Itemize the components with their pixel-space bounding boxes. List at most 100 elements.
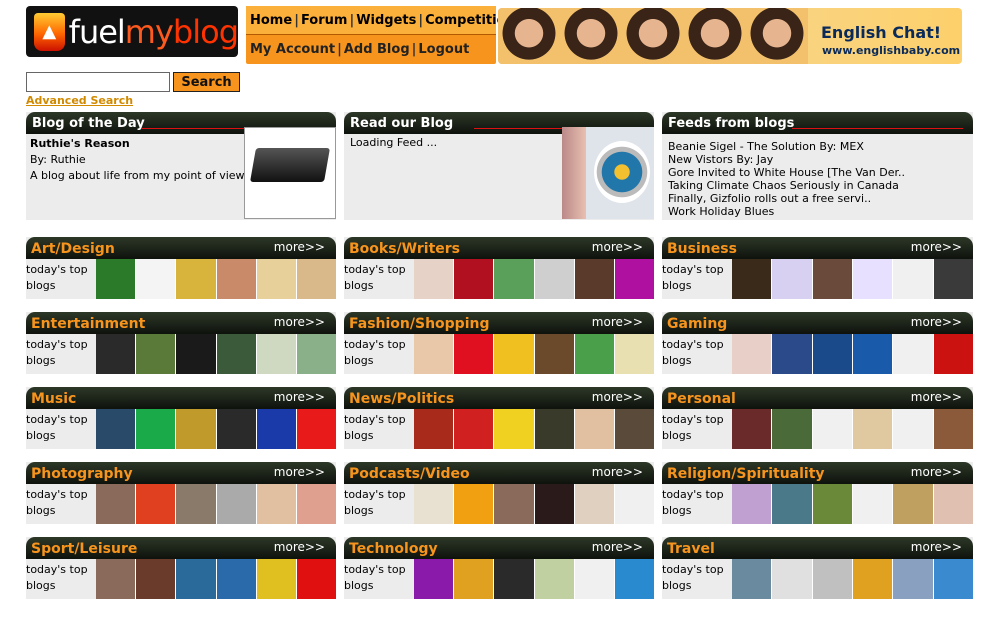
top-blog-thumbnail[interactable] (574, 259, 614, 299)
top-blog-thumbnail[interactable] (772, 484, 812, 524)
top-blog-thumbnail[interactable] (893, 409, 933, 449)
category-more-link[interactable]: more>> (911, 540, 962, 554)
top-blog-thumbnail[interactable] (893, 559, 933, 599)
top-blog-thumbnail[interactable] (96, 409, 136, 449)
category-title-music[interactable]: Music (31, 391, 76, 407)
category-more-link[interactable]: more>> (274, 540, 325, 554)
feed-item[interactable]: Gore Invited to White House [The Van Der… (668, 166, 967, 179)
category-title-fashion-shopping[interactable]: Fashion/Shopping (349, 316, 490, 332)
top-blog-thumbnail[interactable] (414, 409, 454, 449)
top-blog-thumbnail[interactable] (494, 559, 534, 599)
top-blog-thumbnail[interactable] (614, 559, 655, 599)
category-more-link[interactable]: more>> (911, 315, 962, 329)
top-blog-thumbnail[interactable] (614, 409, 655, 449)
top-blog-thumbnail[interactable] (534, 334, 574, 374)
top-blog-thumbnail[interactable] (812, 334, 852, 374)
top-blog-thumbnail[interactable] (216, 409, 256, 449)
top-blog-thumbnail[interactable] (296, 559, 337, 599)
top-blog-thumbnail[interactable] (216, 484, 256, 524)
top-blog-thumbnail[interactable] (176, 334, 216, 374)
top-blog-thumbnail[interactable] (893, 484, 933, 524)
top-blog-thumbnail[interactable] (136, 334, 176, 374)
top-blog-thumbnail[interactable] (414, 484, 454, 524)
top-blog-thumbnail[interactable] (852, 409, 893, 449)
category-title-technology[interactable]: Technology (349, 541, 438, 557)
top-blog-thumbnail[interactable] (414, 259, 454, 299)
top-blog-thumbnail[interactable] (933, 259, 973, 299)
top-blog-thumbnail[interactable] (574, 334, 614, 374)
top-blog-thumbnail[interactable] (216, 259, 256, 299)
category-more-link[interactable]: more>> (274, 240, 325, 254)
feed-item[interactable]: New Vistors By: Jay (668, 153, 967, 166)
top-blog-thumbnail[interactable] (256, 484, 296, 524)
top-blog-thumbnail[interactable] (176, 559, 216, 599)
top-blog-thumbnail[interactable] (933, 334, 973, 374)
category-title-photography[interactable]: Photography (31, 466, 133, 482)
top-blog-thumbnail[interactable] (136, 259, 176, 299)
top-blog-thumbnail[interactable] (574, 484, 614, 524)
top-blog-thumbnail[interactable] (534, 559, 574, 599)
category-more-link[interactable]: more>> (911, 240, 962, 254)
top-blog-thumbnail[interactable] (454, 334, 494, 374)
top-blog-thumbnail[interactable] (852, 484, 893, 524)
advanced-search-link[interactable]: Advanced Search (26, 94, 133, 107)
category-more-link[interactable]: more>> (592, 540, 643, 554)
nav-widgets-link[interactable]: Widgets (356, 13, 416, 28)
top-blog-thumbnail[interactable] (296, 409, 337, 449)
category-more-link[interactable]: more>> (911, 390, 962, 404)
top-blog-thumbnail[interactable] (852, 259, 893, 299)
nav-logout-link[interactable]: Logout (418, 42, 469, 57)
category-more-link[interactable]: more>> (592, 465, 643, 479)
top-blog-thumbnail[interactable] (96, 484, 136, 524)
top-blog-thumbnail[interactable] (614, 484, 655, 524)
top-blog-thumbnail[interactable] (534, 259, 574, 299)
top-blog-thumbnail[interactable] (454, 409, 494, 449)
top-blog-thumbnail[interactable] (136, 484, 176, 524)
top-blog-thumbnail[interactable] (732, 484, 772, 524)
category-title-entertainment[interactable]: Entertainment (31, 316, 145, 332)
top-blog-thumbnail[interactable] (574, 559, 614, 599)
top-blog-thumbnail[interactable] (812, 484, 852, 524)
nav-home-link[interactable]: Home (250, 13, 292, 28)
top-blog-thumbnail[interactable] (136, 559, 176, 599)
nav-forum-link[interactable]: Forum (301, 13, 348, 28)
top-blog-thumbnail[interactable] (852, 334, 893, 374)
category-title-news-politics[interactable]: News/Politics (349, 391, 454, 407)
top-blog-thumbnail[interactable] (414, 334, 454, 374)
top-blog-thumbnail[interactable] (256, 559, 296, 599)
top-blog-thumbnail[interactable] (534, 484, 574, 524)
top-blog-thumbnail[interactable] (256, 259, 296, 299)
top-blog-thumbnail[interactable] (96, 259, 136, 299)
category-title-personal[interactable]: Personal (667, 391, 736, 407)
top-blog-thumbnail[interactable] (216, 559, 256, 599)
feed-item[interactable]: Finally, Gizfolio rolls out a free servi… (668, 192, 967, 205)
top-blog-thumbnail[interactable] (494, 259, 534, 299)
top-blog-thumbnail[interactable] (414, 559, 454, 599)
top-blog-thumbnail[interactable] (176, 484, 216, 524)
top-blog-thumbnail[interactable] (256, 409, 296, 449)
feed-item[interactable]: Taking Climate Chaos Seriously in Canada (668, 179, 967, 192)
top-blog-thumbnail[interactable] (614, 259, 655, 299)
top-blog-thumbnail[interactable] (454, 259, 494, 299)
featured-blog-thumbnail[interactable] (244, 127, 336, 219)
top-blog-thumbnail[interactable] (494, 409, 534, 449)
category-title-business[interactable]: Business (667, 241, 737, 257)
top-blog-thumbnail[interactable] (772, 559, 812, 599)
top-blog-thumbnail[interactable] (812, 409, 852, 449)
top-blog-thumbnail[interactable] (732, 259, 772, 299)
category-more-link[interactable]: more>> (274, 315, 325, 329)
category-title-podcasts-video[interactable]: Podcasts/Video (349, 466, 470, 482)
top-blog-thumbnail[interactable] (933, 409, 973, 449)
top-blog-thumbnail[interactable] (732, 334, 772, 374)
feed-item[interactable]: Beanie Sigel - The Solution By: MEX (668, 140, 967, 153)
fuelmyblog-logo[interactable]: ▲ fuelmyblog (26, 6, 239, 57)
feed-item[interactable]: Work Holiday Blues (668, 205, 967, 218)
top-blog-thumbnail[interactable] (933, 559, 973, 599)
top-blog-thumbnail[interactable] (933, 484, 973, 524)
nav-my-account-link[interactable]: My Account (250, 42, 335, 57)
read-blog-image[interactable] (562, 127, 654, 219)
top-blog-thumbnail[interactable] (256, 334, 296, 374)
top-blog-thumbnail[interactable] (772, 409, 812, 449)
category-title-gaming[interactable]: Gaming (667, 316, 727, 332)
top-blog-thumbnail[interactable] (494, 484, 534, 524)
